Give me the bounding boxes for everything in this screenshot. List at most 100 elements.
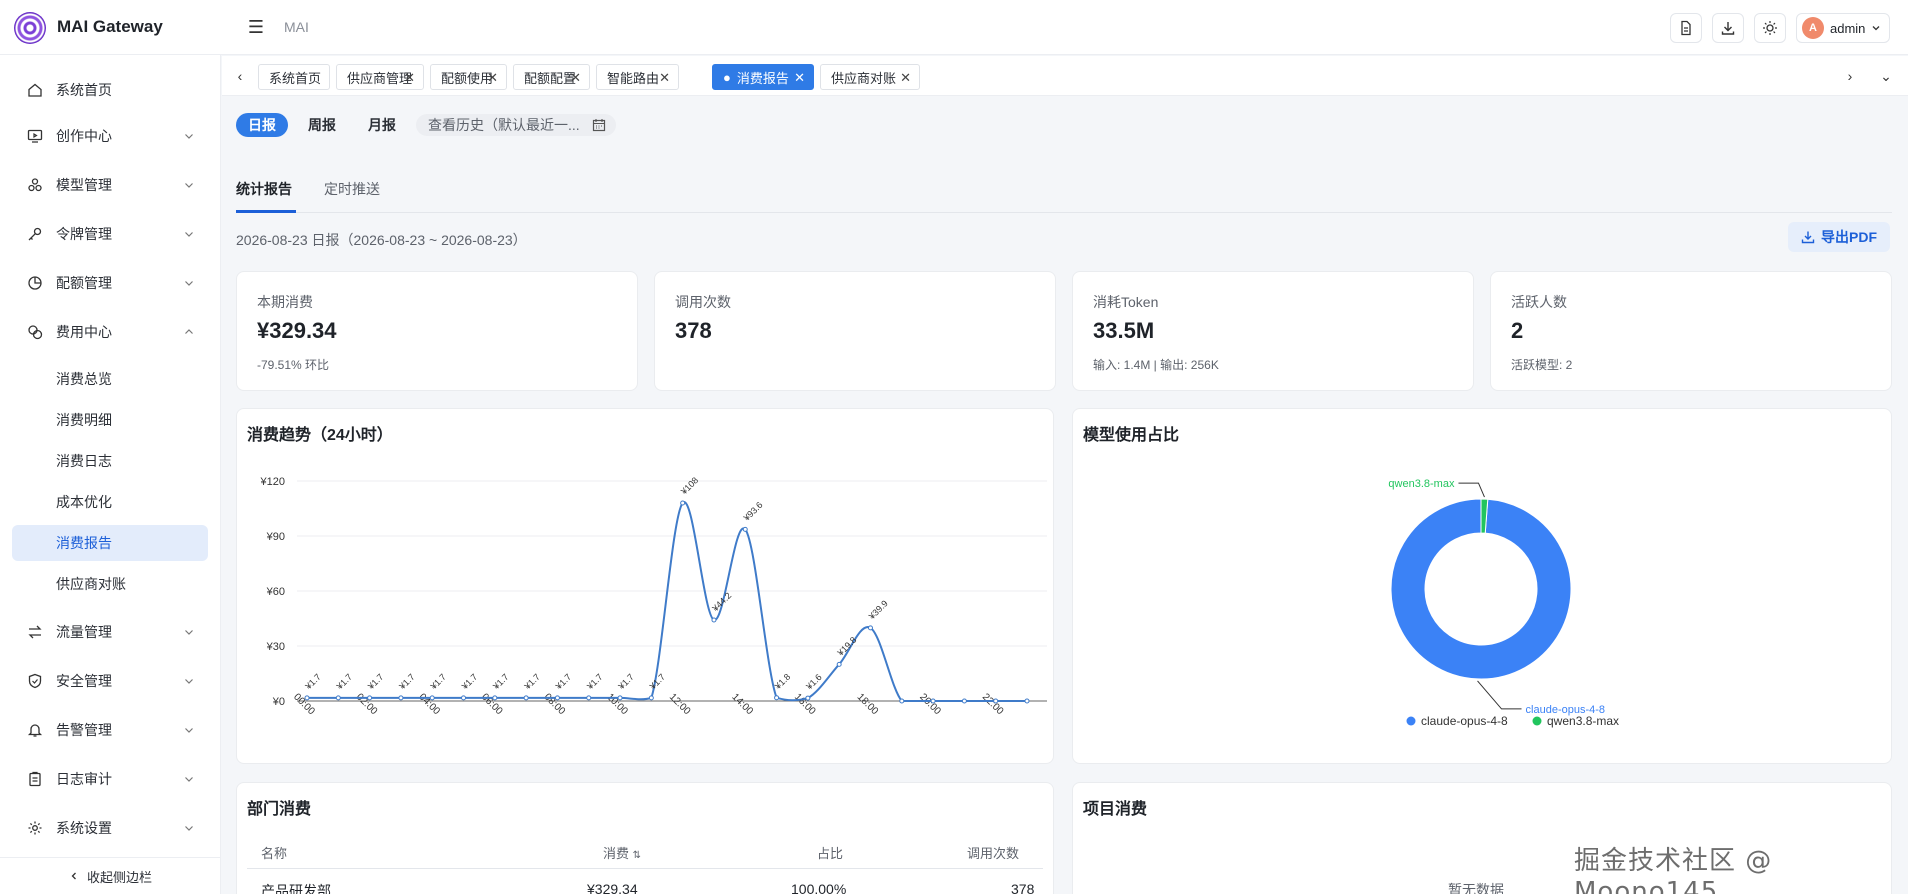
data-point[interactable] [523, 695, 529, 701]
data-point[interactable] [367, 695, 373, 701]
data-point[interactable] [961, 698, 967, 704]
sidebar-subitem-reconciliation[interactable]: 供应商对账 [12, 566, 208, 602]
sidebar-item-label: 费用中心 [56, 324, 112, 340]
subtab-scheduled-push[interactable]: 定时推送 [324, 179, 380, 199]
data-point[interactable] [805, 695, 811, 701]
data-point[interactable] [1024, 698, 1030, 704]
x-tick-label: 00:00 [291, 692, 317, 718]
close-icon[interactable]: ✕ [900, 70, 911, 86]
sidebar-subitem-logs[interactable]: 消费日志 [12, 443, 208, 479]
close-icon[interactable]: ✕ [404, 70, 415, 86]
tab-quota-config[interactable]: 配额配置 ✕ [513, 64, 590, 90]
tab-reconciliation[interactable]: 供应商对账 ✕ [820, 64, 920, 90]
data-label: ¥1.7 [522, 672, 542, 692]
sidebar-item-billing[interactable]: 费用中心 [12, 313, 208, 351]
close-icon[interactable]: ✕ [570, 70, 581, 86]
data-point[interactable] [711, 617, 717, 623]
tab-report[interactable]: ● 消费报告 ✕ [712, 64, 814, 90]
x-tick-label: 08:00 [542, 692, 568, 718]
data-point[interactable] [492, 695, 498, 701]
data-point[interactable] [304, 695, 310, 701]
table-row[interactable]: 产品研发部 ¥329.34 100.00% 378 [247, 871, 1043, 894]
home-icon [26, 81, 44, 99]
tab-smart-routing[interactable]: 智能路由 ✕ [596, 64, 679, 90]
sidebar-item-label: 系统设置 [56, 820, 112, 836]
data-point[interactable] [461, 695, 467, 701]
collapse-sidebar-button[interactable]: 收起侧边栏 [0, 857, 221, 894]
sidebar-item-audit[interactable]: 日志审计 [12, 760, 208, 798]
legend-label[interactable]: qwen3.8-max [1547, 714, 1619, 728]
sidebar-subitem-cost-optimization[interactable]: 成本优化 [12, 484, 208, 520]
legend-label[interactable]: claude-opus-4-8 [1421, 714, 1508, 728]
x-tick-label: 04:00 [416, 692, 442, 718]
chevron-down-icon [185, 630, 193, 635]
chevron-down-icon [1872, 26, 1880, 31]
history-date-picker[interactable]: 查看历史（默认最近一... [416, 114, 616, 136]
sidebar-item-creation[interactable]: 创作中心 [12, 117, 208, 155]
data-label: ¥1.7 [584, 672, 604, 692]
data-point[interactable] [680, 500, 686, 506]
period-daily[interactable]: 日报 [236, 113, 288, 137]
sidebar-subitem-details[interactable]: 消费明细 [12, 402, 208, 438]
data-point[interactable] [930, 698, 936, 704]
export-pdf-button[interactable]: 导出PDF [1788, 222, 1890, 252]
stat-value: 2 [1511, 318, 1524, 343]
sidebar-item-home[interactable]: 系统首页 [12, 71, 208, 109]
sidebar-item-models[interactable]: 模型管理 [12, 166, 208, 204]
stat-value: 378 [675, 318, 712, 343]
tabs-scroll-left-icon[interactable]: ‹ [232, 68, 248, 84]
period-weekly[interactable]: 周报 [298, 113, 346, 137]
period-monthly[interactable]: 月报 [358, 113, 406, 137]
tab-home[interactable]: 系统首页 [258, 64, 330, 90]
monitor-icon [26, 127, 44, 145]
data-point[interactable] [554, 695, 560, 701]
sidebar-item-alerts[interactable]: 告警管理 [12, 711, 208, 749]
data-point[interactable] [993, 698, 999, 704]
data-point[interactable] [648, 695, 654, 701]
stat-sub: -79.51% 环比 [257, 358, 330, 372]
tabs-scroll-right-icon[interactable]: › [1842, 68, 1858, 84]
col-calls: 调用次数 [967, 846, 1020, 861]
subtab-statistics[interactable]: 统计报告 [236, 179, 292, 199]
report-subtabs: 统计报告 定时推送 [236, 175, 1892, 213]
app-title: MAI Gateway [57, 17, 163, 36]
tab-providers[interactable]: 供应商管理 ✕ [336, 64, 424, 90]
document-button[interactable] [1670, 13, 1702, 43]
download-icon [1801, 231, 1815, 244]
breadcrumb: MAI [284, 19, 309, 35]
sidebar-item-security[interactable]: 安全管理 [12, 662, 208, 700]
col-spend[interactable]: 消费 ⇅ [603, 843, 641, 862]
sidebar-item-label: 系统首页 [56, 82, 112, 98]
close-icon[interactable]: ✕ [487, 70, 498, 86]
download-button[interactable] [1712, 13, 1744, 43]
data-point[interactable] [742, 526, 748, 532]
data-point[interactable] [867, 625, 873, 631]
sidebar-item-label: 模型管理 [56, 177, 112, 193]
menu-toggle-icon[interactable]: ☰ [245, 16, 267, 38]
data-point[interactable] [335, 695, 341, 701]
theme-toggle-button[interactable] [1754, 13, 1786, 43]
sidebar-subitem-overview[interactable]: 消费总览 [12, 361, 208, 397]
data-point[interactable] [617, 695, 623, 701]
data-point[interactable] [586, 695, 592, 701]
report-range: 2026-08-23 日报（2026-08-23 ~ 2026-08-23） [236, 232, 527, 248]
sidebar-subitem-report[interactable]: 消费报告 [12, 525, 208, 561]
data-label: ¥1.8 [772, 672, 792, 692]
sidebar-item-settings[interactable]: 系统设置 [12, 809, 208, 847]
tabs-menu-icon[interactable]: ⌄ [1878, 68, 1894, 84]
user-menu[interactable]: A admin [1796, 13, 1890, 43]
stat-card-active-users: 活跃人数 2 活跃模型: 2 [1490, 271, 1892, 391]
close-icon[interactable]: ✕ [659, 70, 670, 86]
data-point[interactable] [398, 695, 404, 701]
chevron-down-icon [185, 281, 193, 286]
sidebar-item-quota[interactable]: 配额管理 [12, 264, 208, 302]
data-point[interactable] [429, 695, 435, 701]
close-icon[interactable]: ✕ [794, 70, 805, 86]
data-point[interactable] [836, 661, 842, 667]
data-point[interactable] [899, 698, 905, 704]
data-point[interactable] [774, 695, 780, 701]
tab-quota-usage[interactable]: 配额使用 ✕ [430, 64, 507, 90]
sidebar-item-tokens[interactable]: 令牌管理 [12, 215, 208, 253]
cluster-icon [26, 176, 44, 194]
sidebar-item-traffic[interactable]: 流量管理 [12, 613, 208, 651]
